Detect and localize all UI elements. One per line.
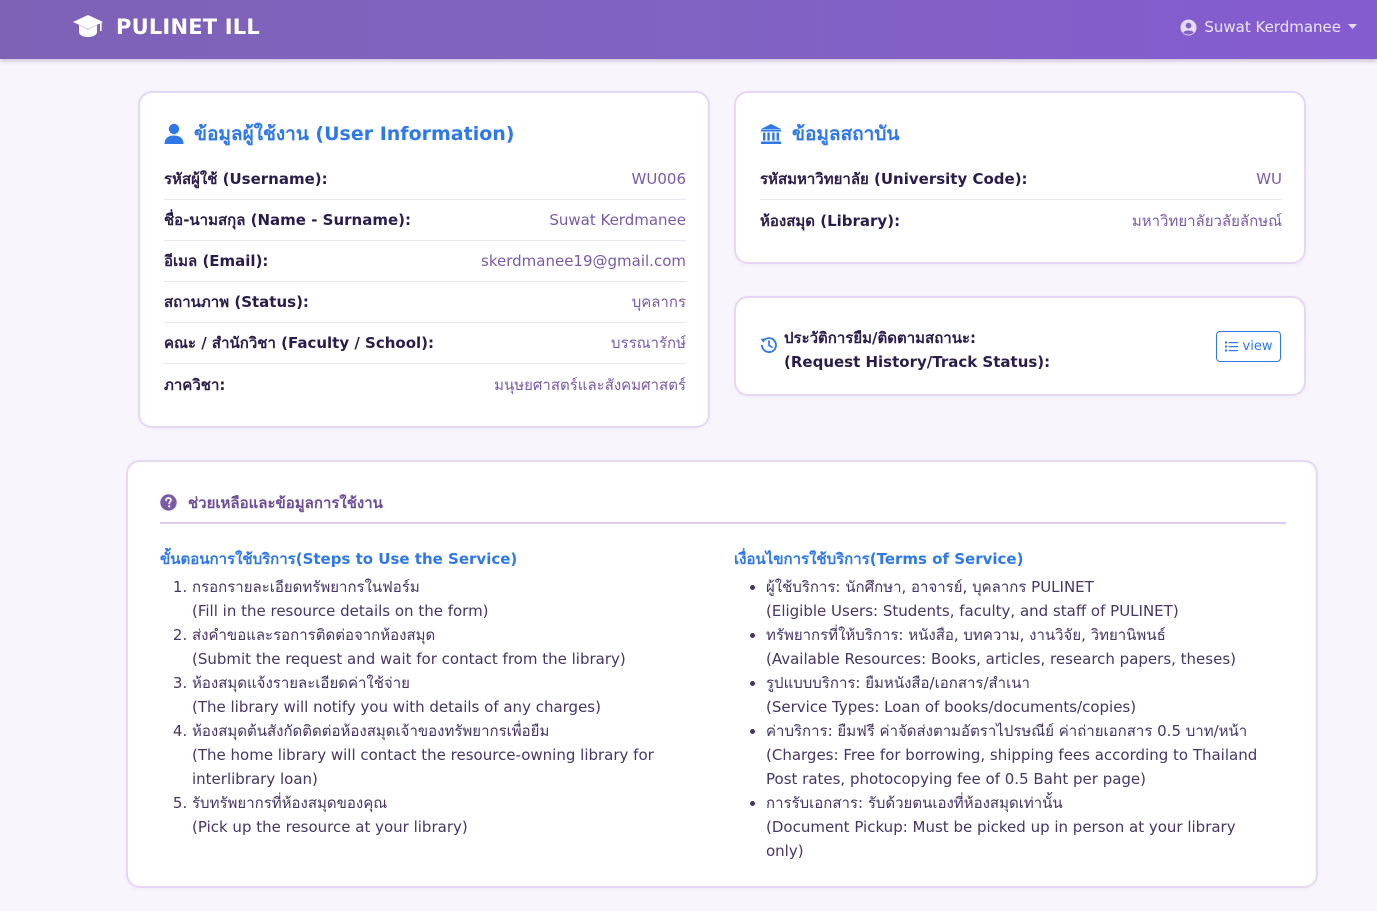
info-value: บรรณารักษ์ <box>611 334 686 352</box>
steps-title: ขั้นตอนการใช้บริการ(Steps to Use the Ser… <box>160 550 518 568</box>
info-label: ห้องสมุด (Library): <box>760 211 901 230</box>
history-label: ประวัติการยืม/ติดตามสถานะ: (Request Hist… <box>784 326 1050 374</box>
steps-list: กรอกรายละเอียดทรัพยากรในฟอร์ม(Fill in th… <box>160 575 680 839</box>
list-item: รับทรัพยากรที่ห้องสมุดของคุณ(Pick up the… <box>192 791 680 839</box>
info-row-email: อีเมล (Email): skerdmanee19@gmail.com <box>164 241 686 282</box>
info-label: สถานภาพ (Status): <box>164 293 309 311</box>
info-value: มหาวิทยาลัยวลัยลักษณ์ <box>1131 211 1282 230</box>
list-item: ทรัพยากรที่ให้บริการ: หนังสือ, บทความ, ง… <box>766 623 1274 671</box>
user-info-title: ข้อมูลผู้ใช้งาน (User Information) <box>194 123 515 145</box>
view-button-label: view <box>1242 339 1273 354</box>
history-icon <box>760 337 777 353</box>
info-label: รหัสมหาวิทยาลัย (University Code): <box>760 170 1028 188</box>
info-value: WU006 <box>631 170 686 188</box>
list-item: ห้องสมุดแจ้งรายละเอียดค่าใช้จ่าย(The lib… <box>192 671 680 719</box>
history-label-en: (Request History/Track Status): <box>784 353 1051 371</box>
list-item: กรอกรายละเอียดทรัพยากรในฟอร์ม(Fill in th… <box>192 575 680 623</box>
caret-down-icon <box>1348 24 1357 29</box>
user-info-header: ข้อมูลผู้ใช้งาน (User Information) <box>164 119 514 149</box>
info-value: skerdmanee19@gmail.com <box>481 252 686 270</box>
info-row-university-code: รหัสมหาวิทยาลัย (University Code): WU <box>760 159 1282 200</box>
help-title: ช่วยเหลือและข้อมูลการใช้งาน <box>188 494 383 512</box>
info-row-department: ภาควิชา: มนุษยศาสตร์และสังคมศาสตร์ <box>164 364 686 405</box>
list-icon <box>1224 341 1238 352</box>
user-dropdown[interactable]: Suwat Kerdmanee <box>1180 18 1357 36</box>
institution-title: ข้อมูลสถาบัน <box>792 123 900 145</box>
list-item: ค่าบริการ: ยืมฟรี ค่าจัดส่งตามอัตราไปรษณ… <box>766 719 1274 791</box>
info-row-faculty: คณะ / สำนักวิชา (Faculty / School): บรรณ… <box>164 323 686 364</box>
info-value: Suwat Kerdmanee <box>549 211 686 229</box>
view-history-button[interactable]: view <box>1216 331 1281 362</box>
user-name: Suwat Kerdmanee <box>1204 18 1341 36</box>
info-label: อีเมล (Email): <box>164 252 269 270</box>
institution-header: ข้อมูลสถาบัน <box>760 119 899 149</box>
request-history-card: ประวัติการยืม/ติดตามสถานะ: (Request Hist… <box>734 296 1306 396</box>
user-circle-icon <box>1180 19 1197 35</box>
history-label-th: ประวัติการยืม/ติดตามสถานะ: <box>784 329 977 347</box>
brand[interactable]: PULINET ILL <box>72 14 260 40</box>
info-value: บุคลากร <box>631 293 686 311</box>
help-header: ช่วยเหลือและข้อมูลการใช้งาน <box>160 492 1286 524</box>
terms-title: เงื่อนไขการใช้บริการ(Terms of Service) <box>734 550 1024 568</box>
info-row-status: สถานภาพ (Status): บุคลากร <box>164 282 686 323</box>
university-building-icon <box>761 124 781 144</box>
question-circle-icon <box>160 494 177 511</box>
info-value: มนุษยศาสตร์และสังคมศาสตร์ <box>494 375 686 394</box>
institution-card: ข้อมูลสถาบัน รหัสมหาวิทยาลัย (University… <box>734 91 1306 264</box>
list-item: ห้องสมุดต้นสังกัดติดต่อห้องสมุดเจ้าของทร… <box>192 719 680 791</box>
navbar: PULINET ILL Suwat Kerdmanee <box>0 0 1377 59</box>
list-item: ผู้ใช้บริการ: นักศึกษา, อาจารย์, บุคลากร… <box>766 575 1274 623</box>
list-item: ส่งคำขอและรอการติดต่อจากห้องสมุด(Submit … <box>192 623 680 671</box>
help-card: ช่วยเหลือและข้อมูลการใช้งาน ขั้นตอนการใช… <box>126 460 1318 888</box>
info-label: ภาควิชา: <box>164 375 226 394</box>
info-label: รหัสผู้ใช้ (Username): <box>164 170 328 188</box>
info-row-name: ชื่อ-นามสกุล (Name - Surname): Suwat Ker… <box>164 200 686 241</box>
user-icon <box>164 123 184 144</box>
list-item: รูปแบบบริการ: ยืมหนังสือ/เอกสาร/สำเนา(Se… <box>766 671 1274 719</box>
info-row-username: รหัสผู้ใช้ (Username): WU006 <box>164 159 686 200</box>
terms-list: ผู้ใช้บริการ: นักศึกษา, อาจารย์, บุคลากร… <box>734 575 1274 863</box>
info-label: ชื่อ-นามสกุล (Name - Surname): <box>164 211 411 229</box>
user-info-card: ข้อมูลผู้ใช้งาน (User Information) รหัสผ… <box>138 91 710 428</box>
list-item: การรับเอกสาร: รับด้วยตนเองที่ห้องสมุดเท่… <box>766 791 1274 863</box>
info-label: คณะ / สำนักวิชา (Faculty / School): <box>164 334 434 352</box>
info-row-library: ห้องสมุด (Library): มหาวิทยาลัยวลัยลักษณ… <box>760 200 1282 241</box>
graduation-cap-icon <box>73 15 103 37</box>
info-value: WU <box>1256 170 1282 188</box>
brand-name: PULINET ILL <box>116 15 260 39</box>
